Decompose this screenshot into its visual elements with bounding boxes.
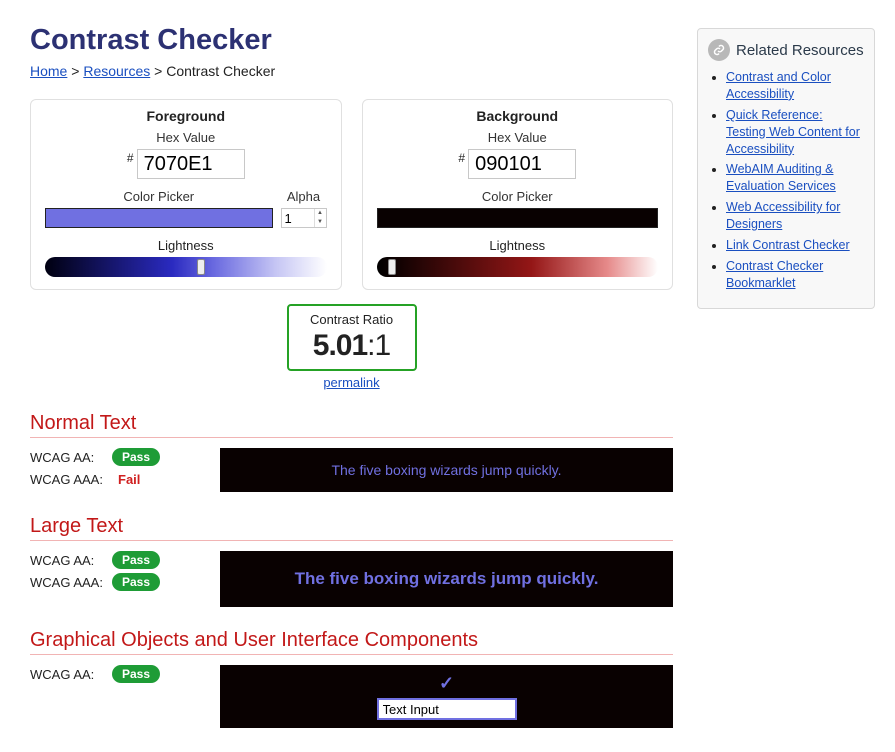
alpha-step-down[interactable]: ▼ xyxy=(314,218,326,227)
fg-color-picker[interactable] xyxy=(45,208,273,228)
normal-text-heading: Normal Text xyxy=(30,412,673,435)
check-icon: ✓ xyxy=(439,673,454,693)
related-link[interactable]: WebAIM Auditing & Evaluation Services xyxy=(726,162,836,193)
bg-hex-label: Hex Value xyxy=(377,130,659,145)
bg-hex-input[interactable] xyxy=(468,149,576,179)
related-link[interactable]: Quick Reference: Testing Web Content for… xyxy=(726,108,860,156)
bg-color-picker[interactable] xyxy=(377,208,659,228)
permalink[interactable]: permalink xyxy=(287,375,417,390)
alpha-step-up[interactable]: ▲ xyxy=(314,209,326,218)
large-aa-result: Pass xyxy=(112,551,160,569)
foreground-panel: Foreground Hex Value # Color Picker Alph… xyxy=(30,99,342,290)
related-link[interactable]: Link Contrast Checker xyxy=(726,238,850,252)
related-link[interactable]: Contrast and Color Accessibility xyxy=(726,70,831,101)
gui-aa-result: Pass xyxy=(112,665,160,683)
normal-text-sample[interactable]: The five boxing wizards jump quickly. xyxy=(220,448,673,492)
breadcrumb-current: Contrast Checker xyxy=(166,63,275,79)
contrast-ratio-value: 5.01:1 xyxy=(299,329,405,363)
large-aa-label: WCAG AA: xyxy=(30,553,112,568)
normal-aa-result: Pass xyxy=(112,448,160,466)
fg-alpha-label: Alpha xyxy=(281,189,327,204)
bg-lightness-slider[interactable] xyxy=(377,257,659,277)
large-aaa-label: WCAG AAA: xyxy=(30,575,112,590)
related-resources-panel: Related Resources Contrast and Color Acc… xyxy=(697,28,875,309)
related-resources-heading: Related Resources xyxy=(736,42,864,59)
normal-aaa-result: Fail xyxy=(112,470,146,489)
breadcrumb-resources[interactable]: Resources xyxy=(83,63,150,79)
gui-sample: ✓ xyxy=(220,665,673,728)
hash-symbol: # xyxy=(127,151,134,165)
foreground-heading: Foreground xyxy=(45,108,327,124)
background-heading: Background xyxy=(377,108,659,124)
link-icon xyxy=(708,39,730,61)
page-title: Contrast Checker xyxy=(30,24,673,57)
bg-lightness-label: Lightness xyxy=(377,238,659,253)
fg-lightness-label: Lightness xyxy=(45,238,327,253)
breadcrumb-home[interactable]: Home xyxy=(30,63,67,79)
large-aaa-result: Pass xyxy=(112,573,160,591)
divider xyxy=(30,437,673,438)
breadcrumb: Home > Resources > Contrast Checker xyxy=(30,63,673,79)
fg-hex-input[interactable] xyxy=(137,149,245,179)
large-text-sample[interactable]: The five boxing wizards jump quickly. xyxy=(220,551,673,607)
related-link[interactable]: Contrast Checker Bookmarklet xyxy=(726,259,823,290)
related-link[interactable]: Web Accessibility for Designers xyxy=(726,200,840,231)
large-text-heading: Large Text xyxy=(30,515,673,538)
fg-hex-label: Hex Value xyxy=(45,130,327,145)
gui-aa-label: WCAG AA: xyxy=(30,667,112,682)
contrast-ratio-label: Contrast Ratio xyxy=(299,312,405,327)
divider xyxy=(30,654,673,655)
contrast-ratio-box: Contrast Ratio 5.01:1 xyxy=(287,304,417,371)
gui-sample-input[interactable] xyxy=(377,698,517,720)
bg-lightness-thumb[interactable] xyxy=(388,259,396,275)
bg-picker-label: Color Picker xyxy=(377,189,659,204)
fg-lightness-slider[interactable] xyxy=(45,257,327,277)
gui-heading: Graphical Objects and User Interface Com… xyxy=(30,629,673,652)
divider xyxy=(30,540,673,541)
normal-aaa-label: WCAG AAA: xyxy=(30,472,112,487)
hash-symbol: # xyxy=(458,151,465,165)
fg-lightness-thumb[interactable] xyxy=(197,259,205,275)
normal-aa-label: WCAG AA: xyxy=(30,450,112,465)
fg-picker-label: Color Picker xyxy=(45,189,273,204)
background-panel: Background Hex Value # Color Picker Ligh… xyxy=(362,99,674,290)
